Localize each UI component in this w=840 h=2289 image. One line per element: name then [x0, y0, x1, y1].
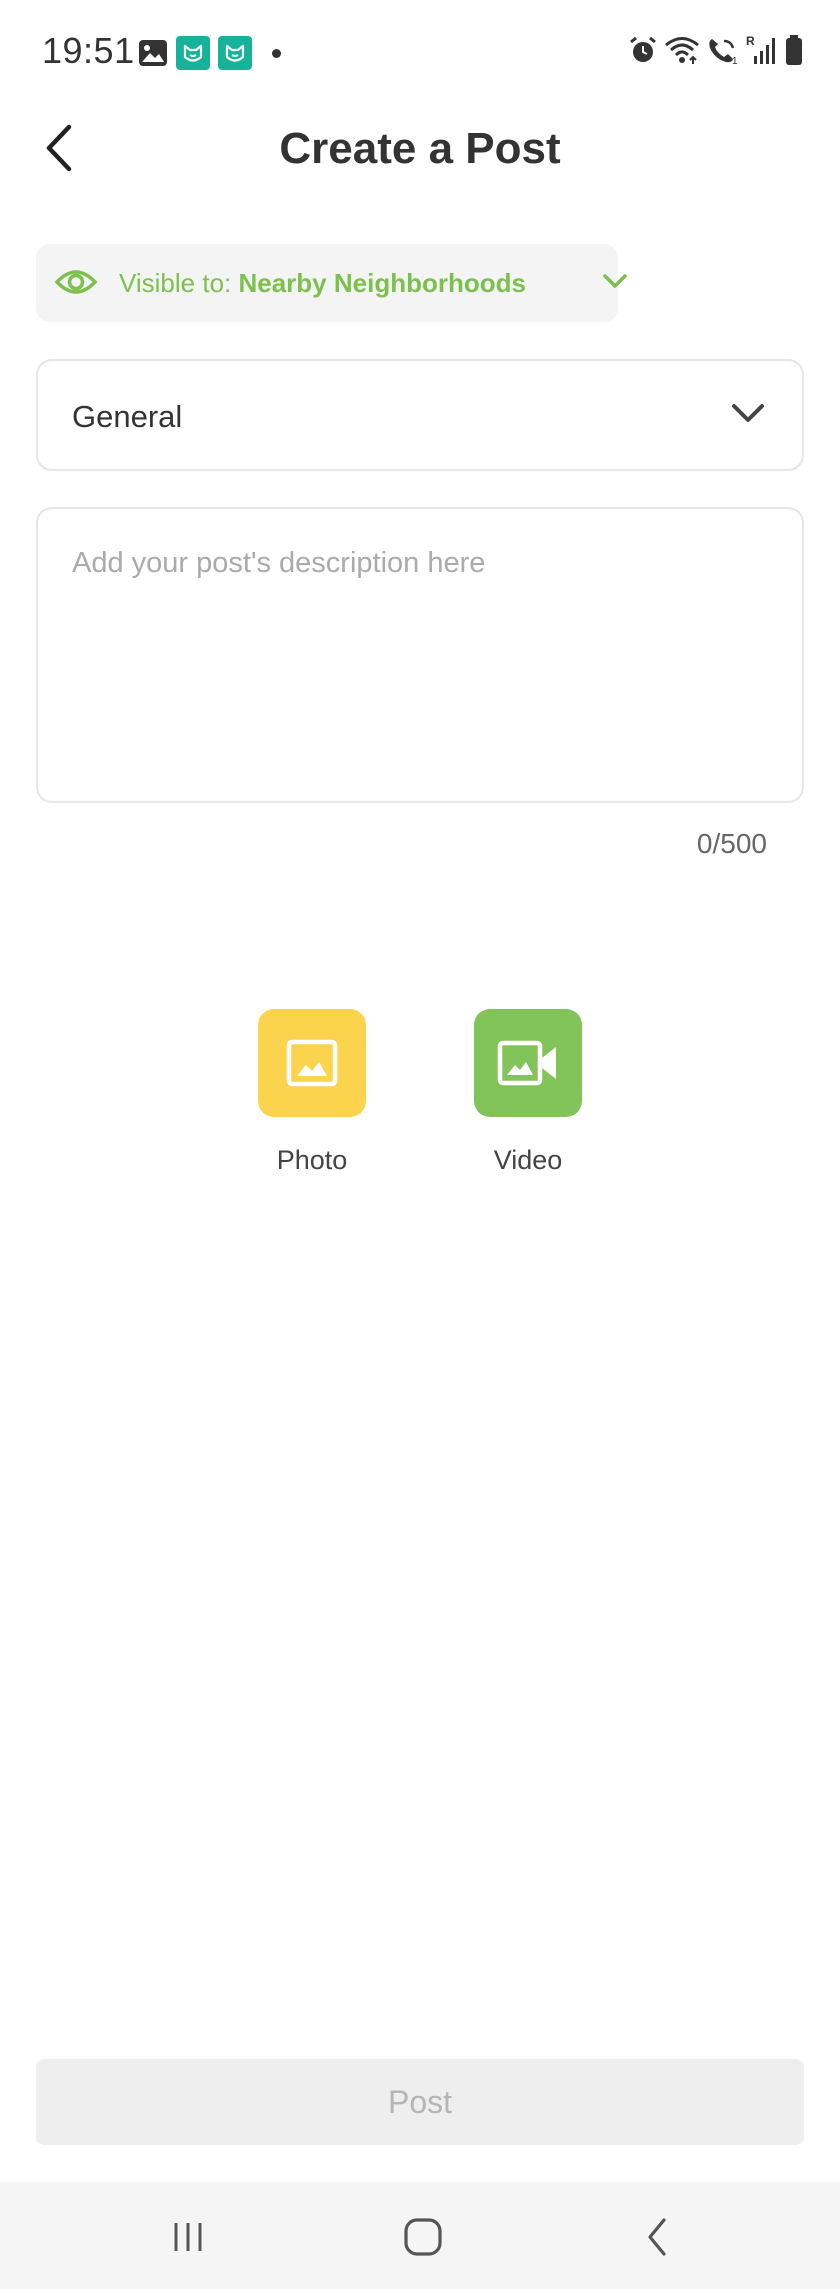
recent-apps-button[interactable]	[148, 2210, 228, 2264]
chevron-down-icon	[732, 404, 764, 422]
system-back-button[interactable]	[617, 2210, 697, 2264]
wifi-calling-icon: 1	[709, 39, 738, 65]
status-bar: 19:51 1 R	[0, 0, 840, 105]
app-notification-icon	[218, 36, 252, 70]
gallery-icon	[139, 40, 167, 66]
photo-label: Photo	[276, 1145, 348, 1175]
wifi-icon	[665, 37, 699, 64]
photo-icon	[286, 1039, 338, 1087]
svg-text:1: 1	[732, 56, 738, 65]
home-icon	[404, 2218, 442, 2256]
visibility-prefix: Visible to:	[119, 268, 239, 298]
chevron-down-icon	[603, 274, 627, 288]
status-right-icons: 1 R	[628, 34, 804, 66]
visibility-selector[interactable]: Visible to: Nearby Neighborhoods	[36, 244, 627, 322]
description-input[interactable]	[38, 509, 802, 801]
video-label: Video	[493, 1145, 563, 1175]
dot-icon	[272, 48, 281, 58]
video-tile	[474, 1009, 582, 1117]
home-button[interactable]	[383, 2210, 463, 2264]
signal-roaming-label: R	[746, 34, 755, 48]
character-counter: 0/500	[696, 828, 767, 859]
add-photo-button[interactable]: Photo	[258, 1009, 366, 1175]
post-button[interactable]: Post	[36, 2059, 804, 2145]
status-left-icons	[138, 36, 281, 70]
eye-icon	[54, 270, 98, 294]
visibility-label: Visible to: Nearby Neighborhoods	[119, 268, 526, 299]
visibility-value: Nearby Neighborhoods	[238, 268, 526, 298]
category-selected-value: General	[72, 399, 183, 434]
category-select[interactable]: General	[36, 359, 804, 471]
alarm-icon	[630, 36, 656, 62]
video-camera-icon	[497, 1040, 556, 1086]
battery-icon	[786, 35, 802, 65]
add-video-button[interactable]: Video	[474, 1009, 582, 1175]
app-notification-icon	[176, 36, 210, 70]
description-field-container	[36, 507, 804, 803]
signal-icon: R	[746, 34, 775, 64]
recent-apps-icon	[174, 2223, 202, 2251]
status-time: 19:51	[42, 30, 135, 71]
page-title: Create a Post	[279, 124, 561, 173]
system-back-icon	[648, 2218, 666, 2256]
photo-tile	[258, 1009, 366, 1117]
system-nav-bar	[0, 2182, 840, 2289]
